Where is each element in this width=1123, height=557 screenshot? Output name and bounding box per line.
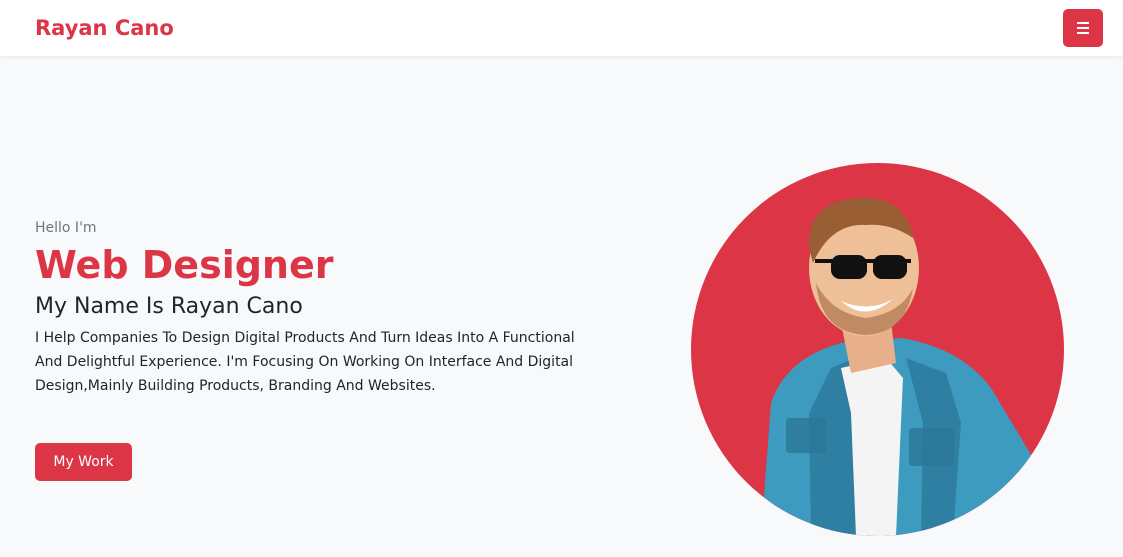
menu-toggle-button[interactable] <box>1063 9 1103 47</box>
brand-logo[interactable]: Rayan Cano <box>35 16 174 40</box>
name-heading: My Name Is Rayan Cano <box>35 294 303 319</box>
profile-photo-illustration <box>761 197 1036 536</box>
greeting-text: Hello I'm <box>35 220 97 236</box>
hamburger-menu-icon <box>1077 22 1089 34</box>
profile-photo <box>691 163 1064 536</box>
navbar: Rayan Cano <box>0 0 1123 56</box>
hero-section: Hello I'm Web Designer My Name Is Rayan … <box>35 220 595 398</box>
role-heading: Web Designer <box>35 243 334 287</box>
description-text: I Help Companies To Design Digital Produ… <box>35 330 575 394</box>
my-work-button[interactable]: My Work <box>35 443 132 481</box>
